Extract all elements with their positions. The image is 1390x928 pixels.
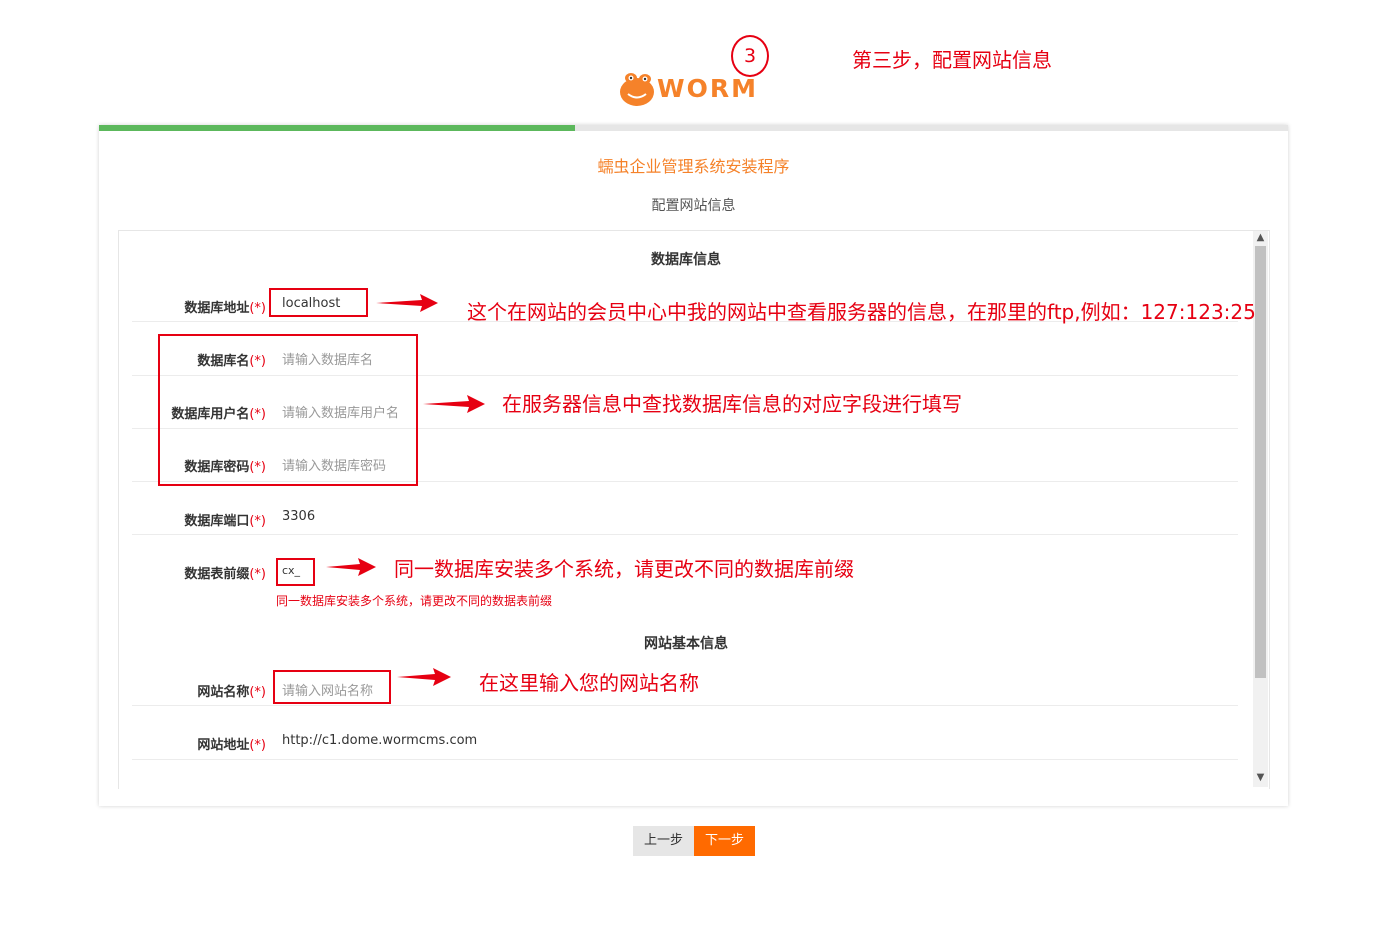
arrow-right-icon <box>326 558 376 576</box>
row-divider <box>132 705 1238 706</box>
installer-title: 蠕虫企业管理系统安装程序 <box>597 157 790 176</box>
annotation-db-prefix: 同一数据库安装多个系统，请更改不同的数据库前缀 <box>394 557 854 581</box>
annotation-site-name: 在这里输入您的网站名称 <box>479 671 699 695</box>
db-host-label: 数据库地址(*) <box>184 301 266 316</box>
arrow-right-icon <box>376 294 438 312</box>
annotation-db-host: 这个在网站的会员中心中我的网站中查看服务器的信息，在那里的ftp,例如：127:… <box>467 300 1256 324</box>
arrow-right-icon <box>423 395 485 413</box>
db-section-title: 数据库信息 <box>651 252 721 268</box>
scroll-up-arrow-icon[interactable]: ▲ <box>1255 232 1266 243</box>
db-port-input[interactable]: 3306 <box>282 509 315 524</box>
logo-text: WORM <box>657 74 758 103</box>
site-url-label: 网站地址(*) <box>197 738 266 753</box>
next-step-button[interactable]: 下一步 <box>694 826 755 856</box>
installer-subtitle: 配置网站信息 <box>651 198 736 214</box>
site-name-label: 网站名称(*) <box>197 685 266 700</box>
row-divider <box>132 759 1238 760</box>
highlight-box-db-fields <box>158 334 418 486</box>
site-section-title: 网站基本信息 <box>644 636 728 652</box>
highlight-box-db-prefix <box>276 558 315 586</box>
db-port-label: 数据库端口(*) <box>184 514 266 529</box>
scroll-down-arrow-icon[interactable]: ▼ <box>1255 772 1266 783</box>
db-prefix-label: 数据表前缀(*) <box>184 567 266 582</box>
annotation-db-fields: 在服务器信息中查找数据库信息的对应字段进行填写 <box>502 392 962 416</box>
step-number-badge: 3 <box>731 35 769 77</box>
step-annotation: 第三步，配置网站信息 <box>852 48 1052 72</box>
db-prefix-hint: 同一数据库安装多个系统，请更改不同的数据表前缀 <box>276 594 553 608</box>
progress-bar-fill <box>99 125 575 131</box>
scrollbar-thumb[interactable] <box>1255 246 1266 678</box>
arrow-right-icon <box>397 668 451 686</box>
highlight-box-site-name <box>273 670 391 704</box>
prev-step-button[interactable]: 上一步 <box>633 826 694 856</box>
highlight-box-db-host <box>269 288 368 317</box>
worm-logo-icon <box>620 73 654 106</box>
site-url-input[interactable]: http://c1.dome.wormcms.com <box>282 733 477 748</box>
row-divider <box>132 534 1238 535</box>
